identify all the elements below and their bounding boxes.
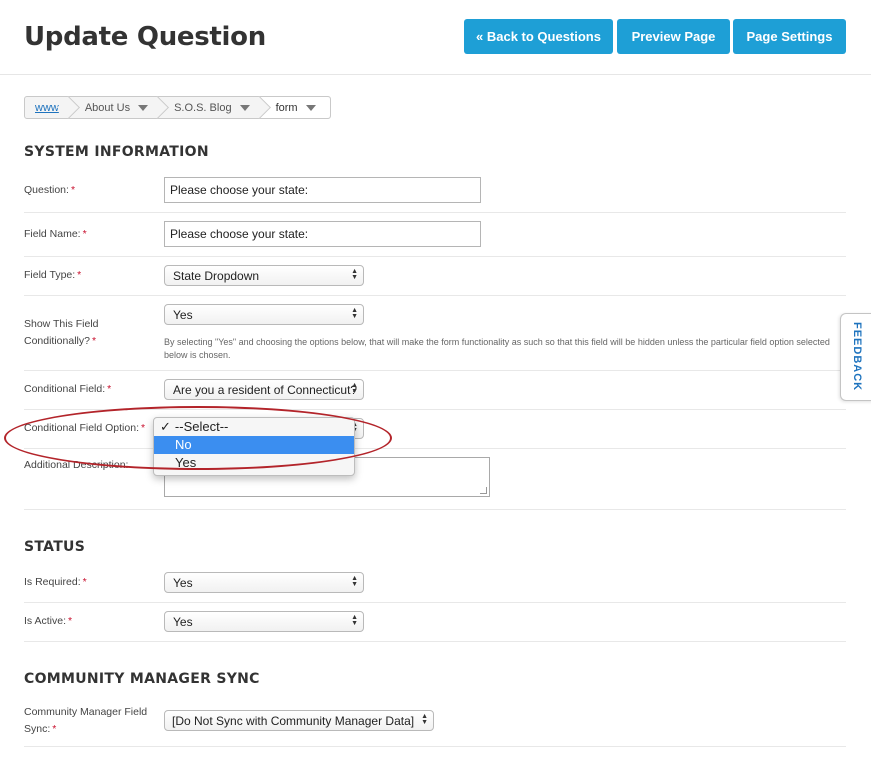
select-arrows-icon: ▲▼ — [351, 307, 358, 320]
required-marker: * — [82, 228, 87, 240]
feedback-tab[interactable]: FEEDBACK — [840, 313, 871, 401]
select-arrows-icon: ▲▼ — [351, 614, 358, 627]
divider — [24, 370, 846, 371]
conditional-field-select[interactable]: Are you a resident of Connecticut? ▲ ▼ — [164, 379, 364, 400]
required-marker: * — [70, 184, 76, 196]
show-conditional-label: Show This Field Conditionally? * — [24, 318, 99, 347]
conditional-field-value: Are you a resident of Connecticut? — [173, 383, 358, 397]
chevron-down-icon[interactable] — [239, 104, 250, 111]
breadcrumb-item-about-us[interactable]: About Us — [69, 97, 158, 118]
field-name-input[interactable]: Please choose your state: — [164, 221, 481, 247]
select-arrows-icon: ▲▼ — [421, 713, 428, 726]
divider — [24, 295, 846, 296]
section-title-system-information: SYSTEM INFORMATION — [24, 144, 209, 160]
page-header: Update Question « Back to Questions Prev… — [0, 0, 871, 75]
select-arrows-icon: ▲▼ — [351, 268, 358, 281]
required-marker: * — [91, 335, 97, 347]
breadcrumb-item-sos-blog[interactable]: S.O.S. Blog — [158, 97, 259, 118]
annotation-oval — [4, 406, 392, 470]
divider — [24, 509, 846, 510]
select-arrows-icon: ▲▼ — [351, 382, 358, 395]
divider — [24, 602, 846, 603]
divider — [24, 641, 846, 642]
is-required-label: Is Required: * — [24, 576, 87, 588]
select-arrows-icon: ▲▼ — [351, 575, 358, 588]
is-required-value: Yes — [173, 576, 193, 590]
is-active-value: Yes — [173, 615, 193, 629]
question-label: Question: * — [24, 184, 76, 196]
required-marker: * — [77, 269, 82, 281]
back-to-questions-button[interactable]: « Back to Questions — [464, 19, 613, 54]
show-conditional-select[interactable]: Yes ▲ ▼ — [164, 304, 364, 325]
required-marker: * — [107, 383, 112, 395]
field-type-value: State Dropdown — [173, 269, 260, 283]
breadcrumb-home-link[interactable]: www — [35, 102, 59, 114]
breadcrumb-label: form — [275, 101, 298, 114]
page-settings-button[interactable]: Page Settings — [733, 19, 846, 54]
divider — [24, 256, 846, 257]
required-marker: * — [82, 576, 87, 588]
field-sync-select[interactable]: [Do Not Sync with Community Manager Data… — [164, 710, 434, 731]
divider — [24, 212, 846, 213]
field-sync-value: [Do Not Sync with Community Manager Data… — [172, 714, 415, 728]
field-sync-label: Community Manager Field Sync: * — [24, 706, 148, 735]
conditional-field-label: Conditional Field: * — [24, 383, 112, 395]
preview-page-button[interactable]: Preview Page — [617, 19, 730, 54]
page-title: Update Question — [24, 22, 266, 52]
is-active-label: Is Active: * — [24, 615, 73, 627]
chevron-down-icon[interactable] — [305, 104, 316, 111]
is-active-select[interactable]: Yes ▲ ▼ — [164, 611, 364, 632]
question-input[interactable]: Please choose your state: — [164, 177, 481, 203]
divider — [24, 746, 846, 747]
show-conditional-value: Yes — [173, 308, 193, 322]
feedback-label: FEEDBACK — [851, 322, 863, 392]
section-title-status: STATUS — [24, 539, 86, 555]
breadcrumb-label: S.O.S. Blog — [174, 101, 232, 114]
field-type-select[interactable]: State Dropdown ▲ ▼ — [164, 265, 364, 286]
breadcrumb-item-www[interactable]: www — [25, 97, 69, 118]
required-marker: * — [68, 615, 73, 627]
is-required-select[interactable]: Yes ▲ ▼ — [164, 572, 364, 593]
breadcrumb: www About Us S.O.S. Blog form — [24, 96, 331, 119]
breadcrumb-label: About Us — [84, 101, 131, 114]
chevron-down-icon[interactable] — [138, 104, 149, 111]
required-marker: * — [52, 723, 57, 735]
show-conditional-help: By selecting "Yes" and choosing the opti… — [164, 337, 830, 360]
field-name-label: Field Name: * — [24, 228, 87, 240]
field-type-label: Field Type: * — [24, 269, 82, 281]
section-title-community-manager-sync: COMMUNITY MANAGER SYNC — [24, 671, 260, 687]
